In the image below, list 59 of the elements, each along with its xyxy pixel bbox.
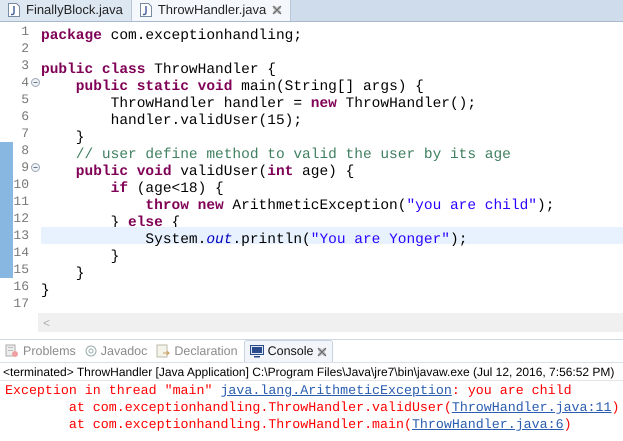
tab-label: FinallyBlock.java bbox=[26, 1, 123, 20]
tab-label: Console bbox=[268, 343, 314, 360]
line-number: 15 bbox=[13, 261, 29, 278]
close-icon[interactable] bbox=[317, 346, 328, 356]
panel-tab[interactable]: Javadoc bbox=[82, 340, 150, 362]
line-number: 13 bbox=[13, 227, 29, 244]
console-output-line: Exception in thread "main" java.lang.ArithmeticException: you are child bbox=[5, 382, 573, 399]
line-number: 1 bbox=[20, 23, 29, 40]
code-line: System.out.println("You are Yonger"); bbox=[144, 232, 468, 248]
tab-label: Declaration bbox=[174, 342, 238, 360]
code-line: public class ThrowHandler { bbox=[41, 62, 276, 78]
line-number: 8 bbox=[20, 142, 29, 159]
code-line: if (age<18) { bbox=[110, 181, 224, 197]
panel-tab[interactable]: Console bbox=[244, 340, 334, 362]
stack-trace-link[interactable]: ThrowHandler.java:6 bbox=[412, 417, 564, 432]
line-number: 2 bbox=[20, 40, 29, 57]
editor-tab[interactable]: FinallyBlock.java bbox=[0, 0, 132, 21]
stack-trace-link[interactable]: java.lang.ArithmeticException bbox=[220, 383, 452, 398]
code-line: } bbox=[74, 130, 85, 146]
close-icon[interactable] bbox=[272, 5, 282, 15]
java-file-icon bbox=[8, 3, 20, 17]
code-line: ThrowHandler handler = new ThrowHandler(); bbox=[110, 96, 476, 112]
line-number: 16 bbox=[13, 278, 29, 295]
console-output-line: at com.exceptionhandling.ThrowHandler.main(ThrowHandler.java:6) bbox=[68, 416, 573, 433]
code-line: handler.validUser(15); bbox=[110, 113, 302, 129]
line-number: 9 bbox=[20, 159, 29, 176]
tab-label: ThrowHandler.java bbox=[158, 1, 266, 20]
panel-tab[interactable]: Problems bbox=[2, 340, 79, 362]
code-line: public static void main(String[] args) { bbox=[74, 79, 424, 95]
line-number: 11 bbox=[13, 193, 29, 210]
line-number: 10 bbox=[13, 176, 29, 193]
code-line: } bbox=[41, 283, 50, 299]
collapse-icon[interactable] bbox=[30, 78, 40, 87]
problems-icon bbox=[5, 344, 19, 358]
panel-tab[interactable]: Declaration bbox=[153, 340, 241, 362]
line-number: 14 bbox=[13, 244, 29, 261]
line-number: 6 bbox=[20, 108, 29, 125]
line-number: 7 bbox=[20, 125, 29, 142]
collapse-icon[interactable] bbox=[30, 163, 40, 172]
tab-label: Problems bbox=[23, 342, 76, 360]
line-number: 3 bbox=[20, 57, 29, 74]
code-line: } bbox=[110, 249, 120, 265]
java-file-icon bbox=[140, 3, 152, 17]
line-number: 4 bbox=[20, 74, 29, 91]
monitor-icon bbox=[250, 345, 264, 358]
tab-label: Javadoc bbox=[100, 342, 148, 360]
code-line: } bbox=[74, 266, 85, 282]
code-line: // user define method to valid the user by its age bbox=[74, 147, 511, 163]
stack-trace-link[interactable]: ThrowHandler.java:11 bbox=[452, 400, 612, 415]
line-number: 17 bbox=[13, 295, 29, 312]
line-number: 12 bbox=[13, 210, 29, 227]
code-line: package com.exceptionhandling; bbox=[41, 28, 302, 44]
declaration-icon bbox=[156, 344, 170, 358]
line-number: 5 bbox=[20, 91, 29, 108]
code-line: public void validUser(int age) { bbox=[74, 164, 354, 180]
code-line: throw new ArithmeticException("you are child"); bbox=[144, 198, 554, 214]
editor-tab[interactable]: ThrowHandler.java bbox=[132, 0, 292, 21]
console-output-line: at com.exceptionhandling.ThrowHandler.validUser(ThrowHandler.java:11) bbox=[68, 399, 620, 416]
console-header: <terminated> ThrowHandler [Java Application] C:\Program Files\Java\jre7\bin\javaw.exe (Jul 12, 2016, 7:56:52 PM) bbox=[0, 363, 623, 381]
